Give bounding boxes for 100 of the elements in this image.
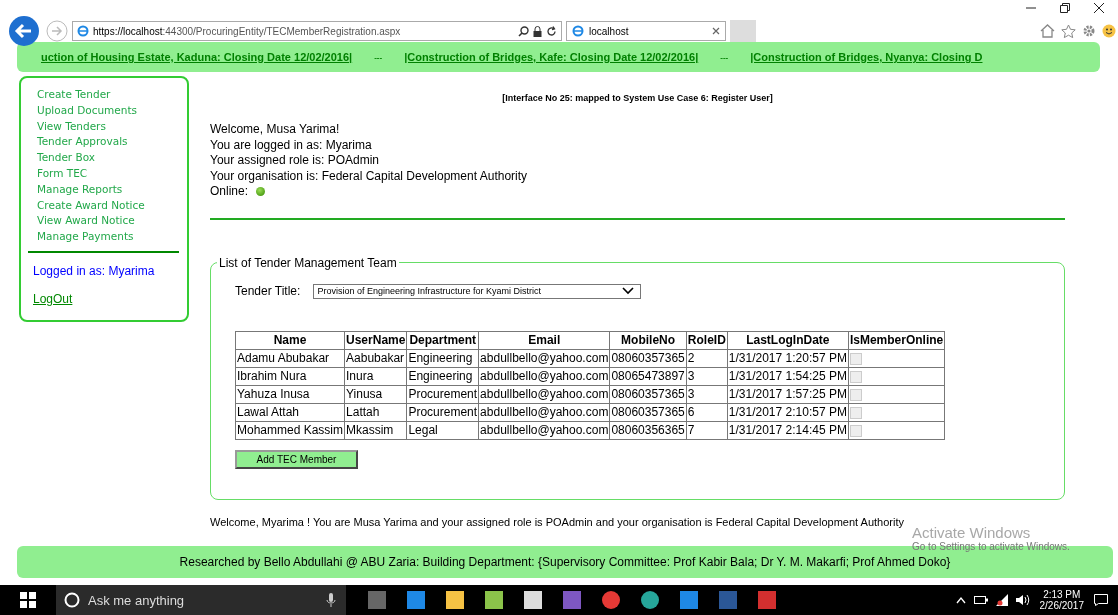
sidebar-link[interactable]: Upload Documents <box>37 102 187 119</box>
table-cell: abdullbello@yahoo.com <box>478 421 610 439</box>
taskbar-search-field[interactable]: Ask me anything <box>86 591 320 609</box>
table-cell: Legal <box>406 421 479 439</box>
browser-tab[interactable]: localhost <box>566 21 726 41</box>
activation-title: Activate Windows <box>912 524 1032 541</box>
tender-title-label: Tender Title: <box>235 284 301 298</box>
column-header: LastLogInDate <box>727 331 849 349</box>
table-cell: 1/31/2017 2:10:57 PM <box>727 403 849 421</box>
interface-note: [Interface No 25: mapped to System Use Case 6: Register User] <box>501 93 774 103</box>
refresh-icon[interactable] <box>546 25 557 37</box>
summary-text: Welcome, Myarima ! You are Musa Yarima and your assigned role is POAdmin and your organisation is Federal Capital Development Authority <box>210 515 904 528</box>
ticker-link[interactable]: |Construction of Bridges, Nyanya: Closing D <box>750 51 983 63</box>
table-cell: Inura <box>344 367 407 385</box>
table-cell: Mohammed Kassim <box>235 421 345 439</box>
sidebar-link[interactable]: Tender Box <box>37 150 187 166</box>
ticker-link[interactable]: |Construction of Bridges, Kafe: Closing Date 12/02/2016| <box>404 51 699 63</box>
ticker-link[interactable]: uction of Housing Estate, Kaduna: Closing Date 12/02/2016| <box>41 51 353 63</box>
restore-icon[interactable] <box>1060 3 1070 13</box>
taskbar-app-icons[interactable] <box>368 591 776 609</box>
table-cell: Lattah <box>344 403 407 421</box>
ticker-separator: --- <box>720 52 729 62</box>
welcome-line: You are logged in as: Myarima <box>210 137 373 153</box>
clock-date: 2/26/2017 <box>1039 600 1084 611</box>
notification-icon[interactable] <box>1094 594 1108 606</box>
table-cell: 08060357365 <box>609 385 687 403</box>
clock-time: 2:13 PM <box>1043 589 1081 600</box>
column-header: MobileNo <box>609 331 687 349</box>
speaker-icon[interactable] <box>1015 594 1030 606</box>
ticker-separator: --- <box>374 52 383 62</box>
sidebar-link[interactable]: Form TEC <box>37 166 187 182</box>
sidebar-link[interactable]: View Tenders <box>37 118 187 135</box>
table-cell: Yinusa <box>344 385 407 403</box>
table-cell: Procurement <box>406 385 479 403</box>
table-cell: abdullbello@yahoo.com <box>478 349 610 367</box>
column-header: Email <box>478 331 610 349</box>
table-cell: 6 <box>686 403 728 421</box>
table-cell: 1/31/2017 2:14:45 PM <box>727 421 849 439</box>
table-cell: 3 <box>686 385 728 403</box>
taskbar-search-box[interactable]: Ask me anything <box>56 585 346 615</box>
windows-start-icon[interactable] <box>20 592 36 608</box>
back-icon[interactable] <box>8 15 40 47</box>
table-cell: 1/31/2017 1:57:25 PM <box>727 385 849 403</box>
home-icon[interactable] <box>1040 24 1055 38</box>
gear-icon[interactable] <box>1082 24 1096 38</box>
table-cell: 08060356365 <box>609 421 687 439</box>
table-cell: 08065473897 <box>609 367 687 385</box>
chevron-down-icon <box>622 287 635 295</box>
table-cell: Yahuza Inusa <box>235 385 345 403</box>
table-cell: Adamu Abubakar <box>235 349 345 367</box>
table-cell: Engineering <box>406 367 479 385</box>
table-cell: Ibrahim Nura <box>235 367 345 385</box>
table-cell: 1/31/2017 1:54:25 PM <box>727 367 849 385</box>
sidebar-link[interactable]: Tender Approvals <box>37 134 187 151</box>
table-cell: abdullbello@yahoo.com <box>478 367 610 385</box>
table-cell: 08060357365 <box>609 403 687 421</box>
smiley-icon[interactable] <box>1102 24 1116 38</box>
sidebar-link[interactable]: Manage Payments <box>37 229 187 245</box>
cortana-circle-icon <box>64 592 80 608</box>
star-icon[interactable] <box>1061 24 1076 38</box>
logged-in-text: Logged in as: Myarima <box>33 263 156 278</box>
table-cell: 08060357365 <box>609 349 687 367</box>
table-cell: 3 <box>686 367 728 385</box>
column-header: RoleID <box>686 331 728 349</box>
table-cell: Lawal Attah <box>235 403 345 421</box>
chevron-up-icon[interactable] <box>955 596 966 604</box>
lock-icon <box>533 25 542 37</box>
welcome-line: Your organisation is: Federal Capital Development Authority <box>210 168 529 184</box>
table-cell: abdullbello@yahoo.com <box>478 385 610 403</box>
table-cell: 2 <box>686 349 728 367</box>
table-cell: 1/31/2017 1:20:57 PM <box>727 349 849 367</box>
footer-text: Researched by Bello Abdullahi @ ABU Zaria: Building Department: {Supervisory Committee: Prof Kabir Bala; Dr Y. M. Makarfi; Prof Ahmed Doko} <box>179 555 951 569</box>
microphone-icon <box>326 592 336 608</box>
battery-icon[interactable] <box>973 596 988 604</box>
sidebar-link[interactable]: View Award Notice <box>37 213 187 230</box>
table-cell: Mkassim <box>344 421 407 439</box>
sidebar-link[interactable]: Manage Reports <box>37 181 187 198</box>
welcome-line: Welcome, Musa Yarima! <box>210 122 341 138</box>
browser-logo-icon <box>572 25 584 37</box>
online-label: Online: <box>210 184 249 200</box>
column-header: Name <box>235 331 345 349</box>
logout-link[interactable]: LogOut <box>33 291 187 306</box>
browser-logo-icon <box>77 25 89 37</box>
table-cell: abdullbello@yahoo.com <box>478 403 610 421</box>
sidebar-link[interactable]: Create Award Notice <box>37 197 187 214</box>
add-member-button[interactable]: Add TEC Member <box>235 449 358 469</box>
sidebar-link[interactable]: Create Tender <box>37 87 187 103</box>
column-header: Department <box>406 331 479 349</box>
table-cell: Aabubakar <box>344 349 407 367</box>
close-icon[interactable] <box>1094 3 1104 13</box>
address-bar[interactable]: https://localhost:44300/ProcuringEntity/TECMemberRegistration.aspx <box>72 21 562 41</box>
panel-legend: List of Tender Management Team <box>217 255 399 270</box>
network-icon[interactable] <box>995 594 1008 606</box>
search-icon[interactable] <box>518 25 529 37</box>
tender-title-select[interactable]: Provision of Engineering Infrastructure for Kyami District <box>313 283 642 299</box>
column-header: IsMemberOnline <box>848 331 945 349</box>
column-header: UserName <box>344 331 407 349</box>
welcome-line: Your assigned role is: POAdmin <box>210 153 380 169</box>
table-cell: Procurement <box>406 403 479 421</box>
table-cell: Engineering <box>406 349 479 367</box>
